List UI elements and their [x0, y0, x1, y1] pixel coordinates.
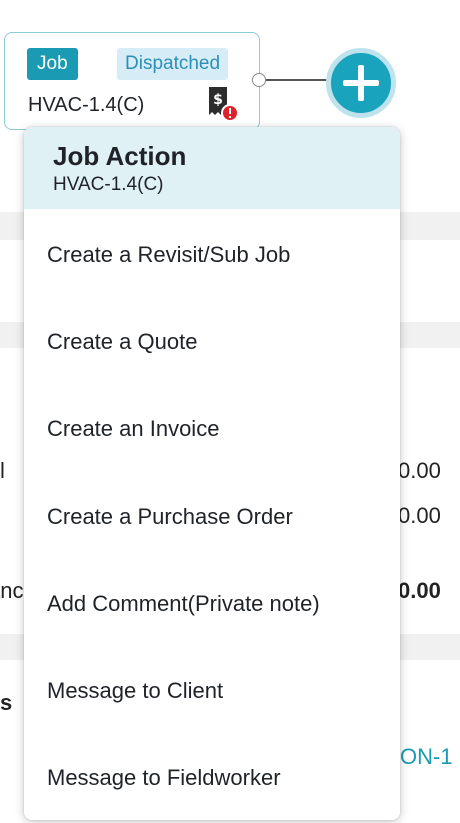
menu-item-message-client[interactable]: Message to Client — [24, 647, 400, 734]
menu-item-label: Create a Purchase Order — [47, 504, 293, 529]
menu-item-create-revisit[interactable]: Create a Revisit/Sub Job — [24, 211, 400, 298]
background-row-label: anc — [0, 578, 24, 603]
background-link[interactable]: ON-1 — [400, 744, 453, 770]
background-row-label: l — [0, 458, 5, 483]
background-total-value: 0.00 — [398, 578, 441, 603]
status-badge: Dispatched — [117, 48, 229, 80]
add-node-button[interactable] — [326, 48, 396, 118]
menu-subtitle: HVAC-1.4(C) — [53, 174, 164, 195]
menu-item-create-invoice[interactable]: Create an Invoice — [24, 385, 400, 472]
receipt-dollar-alert-icon[interactable]: $ — [205, 85, 239, 123]
menu-item-label: Add Comment(Private note) — [47, 591, 320, 616]
background-row-value: 0.00 — [398, 503, 441, 528]
menu-item-label: Create a Revisit/Sub Job — [47, 242, 291, 267]
menu-title: Job Action — [53, 141, 187, 171]
menu-item-label: Create an Invoice — [47, 416, 220, 441]
menu-item-label: Create a Quote — [47, 329, 198, 354]
menu-item-message-fieldworker[interactable]: Message to Fieldworker — [24, 734, 400, 820]
job-type-badge: Job — [27, 48, 78, 80]
job-id-label: HVAC-1.4(C) — [28, 94, 145, 116]
menu-item-add-comment[interactable]: Add Comment(Private note) — [24, 560, 400, 647]
background-section-heading: s — [0, 690, 13, 715]
menu-item-label: Message to Client — [47, 678, 224, 703]
plus-icon — [343, 65, 379, 101]
connector-port[interactable] — [252, 73, 266, 87]
job-action-menu: Job Action HVAC-1.4(C) Create a Revisit/… — [24, 127, 400, 820]
background-row-value: 0.00 — [398, 458, 441, 483]
job-node-card[interactable]: Job Dispatched HVAC-1.4(C) $ — [4, 32, 260, 130]
menu-item-create-purchase-order[interactable]: Create a Purchase Order — [24, 473, 400, 560]
menu-item-label: Message to Fieldworker — [47, 765, 281, 790]
svg-text:$: $ — [213, 92, 223, 108]
menu-header: Job Action HVAC-1.4(C) — [24, 127, 400, 209]
menu-item-create-quote[interactable]: Create a Quote — [24, 298, 400, 385]
connector-line — [266, 79, 328, 81]
